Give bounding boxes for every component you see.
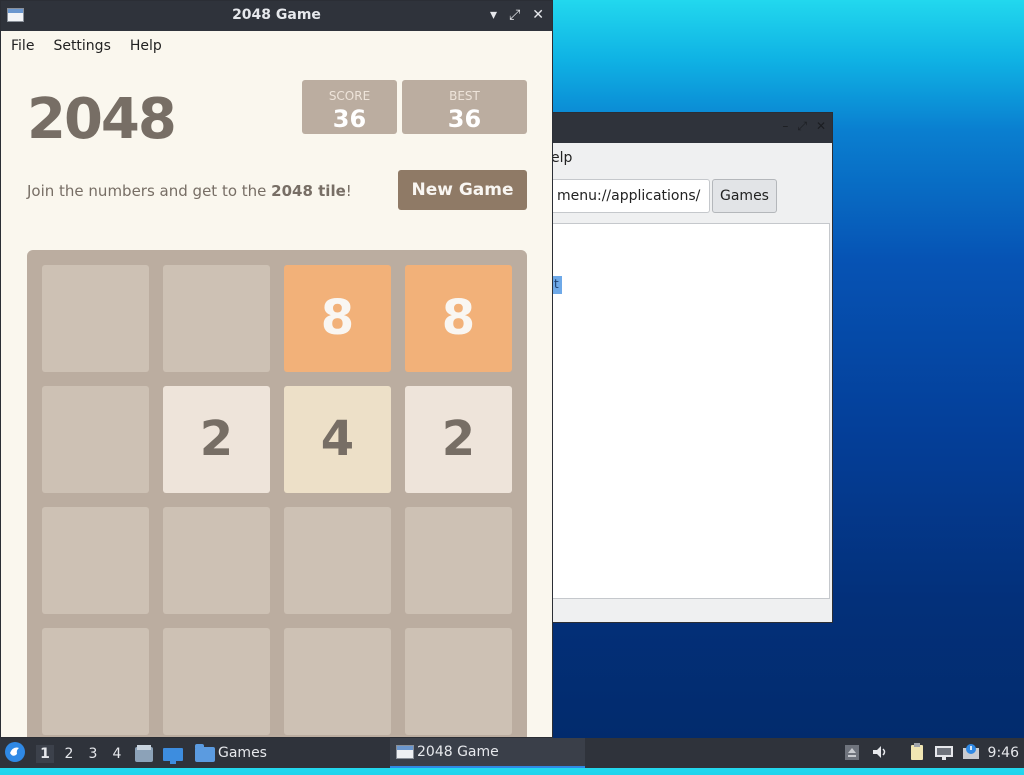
menu-help[interactable]: elp xyxy=(551,150,572,166)
start-menu-icon[interactable] xyxy=(4,741,26,763)
file-manager-menubar: elp xyxy=(551,143,832,173)
score-box: SCORE 36 xyxy=(302,80,397,134)
workspace-1[interactable]: 1 xyxy=(36,745,54,763)
empty-cell xyxy=(405,507,512,614)
menubar: File Settings Help xyxy=(1,31,552,61)
tile-2: 2 xyxy=(163,386,270,493)
path-bar[interactable]: menu://applications/ xyxy=(553,179,710,213)
games-breadcrumb-button[interactable]: Games xyxy=(712,179,777,213)
intro-bold: 2048 tile xyxy=(271,182,346,200)
workspace-4[interactable]: 4 xyxy=(108,745,126,763)
best-value: 36 xyxy=(447,105,482,133)
score-value: 36 xyxy=(332,105,367,133)
file-manager-toolbar: menu://applications/ Games xyxy=(553,177,832,217)
window-icon xyxy=(396,745,414,759)
selected-item-label: t xyxy=(554,277,559,291)
maximize-icon[interactable]: ⤢ xyxy=(509,6,520,24)
clock: 9:46 xyxy=(987,745,1019,761)
menu-help[interactable]: Help xyxy=(130,38,162,54)
menu-file[interactable]: File xyxy=(11,38,34,54)
workspace-2[interactable]: 2 xyxy=(60,745,78,763)
close-icon[interactable]: ✕ xyxy=(532,6,544,24)
taskbar: 1 2 3 4 Games 2048 Game 9:46 xyxy=(0,738,1024,768)
clipboard-icon[interactable] xyxy=(908,743,926,761)
score-label: SCORE xyxy=(328,89,371,103)
empty-cell xyxy=(284,628,391,735)
game-board[interactable]: 88242 xyxy=(27,250,527,737)
empty-cell xyxy=(284,507,391,614)
taskbar-window-label: 2048 Game xyxy=(417,744,499,760)
empty-cell xyxy=(42,386,149,493)
workspace-3[interactable]: 3 xyxy=(84,745,102,763)
game-titlebar[interactable]: 2048 Game ▾ ⤢ ✕ xyxy=(1,1,552,31)
minimize-icon[interactable]: – xyxy=(782,119,788,133)
empty-cell xyxy=(163,265,270,372)
file-manager-window[interactable]: – ⤢ ✕ elp menu://applications/ Games t xyxy=(551,112,833,623)
empty-cell xyxy=(163,507,270,614)
minimize-icon[interactable]: ▾ xyxy=(490,6,497,24)
desktop-icon[interactable] xyxy=(163,745,183,764)
tile-8: 8 xyxy=(405,265,512,372)
games-folder-label[interactable]: Games xyxy=(218,738,267,768)
empty-cell xyxy=(42,507,149,614)
close-icon[interactable]: ✕ xyxy=(816,119,826,133)
empty-cell xyxy=(42,628,149,735)
tile-4: 4 xyxy=(284,386,391,493)
file-manager-launcher-icon[interactable] xyxy=(134,744,154,762)
menu-settings[interactable]: Settings xyxy=(53,38,110,54)
window-title: 2048 Game xyxy=(232,7,321,23)
taskbar-window-2048[interactable]: 2048 Game xyxy=(390,738,585,768)
selected-item[interactable]: t xyxy=(553,276,562,294)
file-list-view[interactable]: t xyxy=(553,223,830,599)
game-window[interactable]: 2048 Game ▾ ⤢ ✕ File Settings Help 2048 … xyxy=(0,0,553,738)
intro-suffix: ! xyxy=(345,182,352,200)
best-label: BEST xyxy=(449,89,480,103)
new-game-button[interactable]: New Game xyxy=(398,170,527,210)
eject-icon[interactable] xyxy=(843,743,861,761)
best-box: BEST 36 xyxy=(402,80,527,134)
empty-cell xyxy=(405,628,512,735)
intro-prefix: Join the numbers and get to the xyxy=(27,182,272,200)
empty-cell xyxy=(42,265,149,372)
intro-text: Join the numbers and get to the 2048 til… xyxy=(27,182,352,200)
file-manager-titlebar[interactable]: – ⤢ ✕ xyxy=(553,113,832,143)
tile-8: 8 xyxy=(284,265,391,372)
game-logo: 2048 xyxy=(27,87,177,152)
volume-icon[interactable] xyxy=(871,743,889,761)
maximize-icon[interactable]: ⤢ xyxy=(797,119,807,133)
games-folder-icon[interactable] xyxy=(195,744,215,762)
empty-cell xyxy=(163,628,270,735)
tile-2: 2 xyxy=(405,386,512,493)
notification-icon[interactable] xyxy=(961,743,979,761)
network-icon[interactable] xyxy=(934,743,953,761)
